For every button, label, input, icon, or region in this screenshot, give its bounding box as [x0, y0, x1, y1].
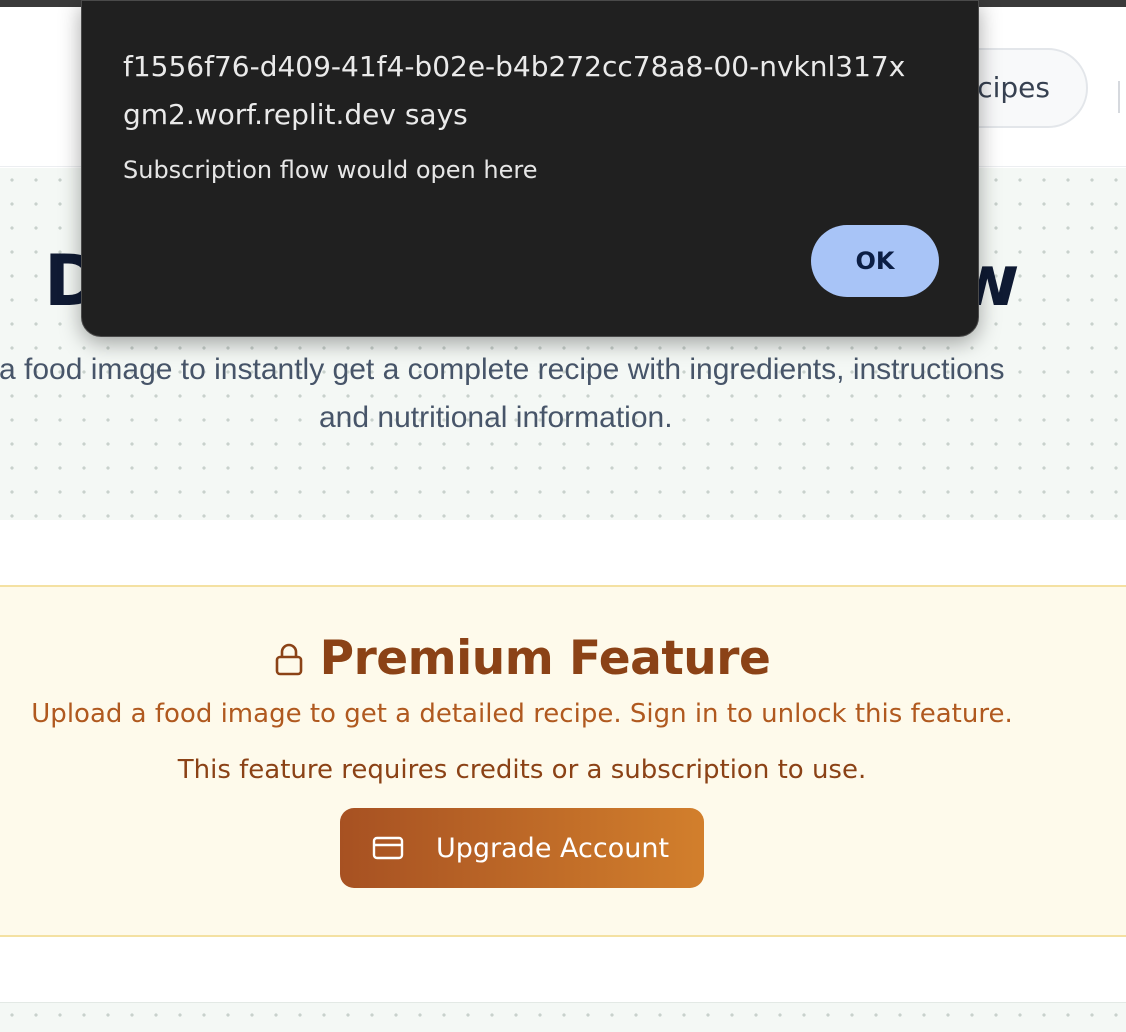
- upgrade-account-button[interactable]: Upgrade Account: [340, 808, 704, 888]
- credit-card-icon: [372, 835, 404, 861]
- hero-subtitle: a food image to instantly get a complete…: [0, 346, 1126, 442]
- ok-button[interactable]: OK: [811, 225, 939, 297]
- dialog-title: f1556f76-d409-41f4-b02e-b4b272cc78a8-00-…: [123, 50, 906, 131]
- lock-icon: [274, 642, 304, 676]
- hero-subtitle-line-2: and nutritional information.: [319, 401, 673, 434]
- premium-title: Premium Feature: [319, 631, 771, 686]
- premium-heading: Premium Feature: [0, 631, 1044, 686]
- upgrade-account-label: Upgrade Account: [436, 832, 670, 864]
- hero-subtitle-line-1: a food image to instantly get a complete…: [0, 353, 1005, 386]
- header-edge-divider: [1118, 81, 1126, 113]
- dialog-message: Subscription flow would open here: [123, 156, 538, 184]
- premium-description: Upload a food image to get a detailed re…: [31, 699, 1013, 729]
- lower-section: [0, 1002, 1126, 1032]
- premium-requirement-note: This feature requires credits or a subsc…: [177, 755, 867, 785]
- alert-dialog: f1556f76-d409-41f4-b02e-b4b272cc78a8-00-…: [81, 0, 979, 337]
- premium-feature-card: Premium Feature Upload a food image to g…: [0, 585, 1126, 937]
